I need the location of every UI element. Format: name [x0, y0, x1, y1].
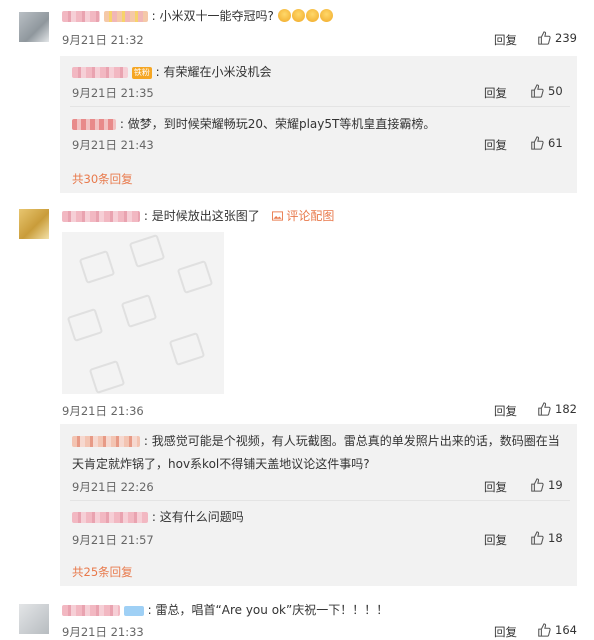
reply-button[interactable]: 回复	[484, 532, 507, 548]
image-icon	[120, 294, 158, 328]
more-replies-link[interactable]: 共25条回复	[72, 564, 133, 580]
like-count: 182	[555, 402, 577, 416]
emoji-icon	[291, 9, 305, 22]
comment-1: : 小米双十一能夺冠吗?	[62, 8, 334, 24]
thumbs-up-icon	[538, 31, 551, 45]
image-icon	[88, 360, 126, 394]
comment-image[interactable]	[62, 232, 224, 394]
image-icon	[168, 332, 206, 366]
reply-item: : 我感觉可能是个视频，有人玩截图。雷总真的单发照片出来的话，数码圈在当	[72, 433, 572, 449]
reply-text-continued: 天肯定就炸锅了，hov系kol不得铺天盖地议论这件事吗?	[72, 457, 370, 471]
like-count: 239	[555, 31, 577, 45]
reply-text: 有荣耀在小米没机会	[163, 65, 272, 79]
like-count: 164	[555, 623, 577, 637]
reply-button[interactable]: 回复	[484, 479, 507, 495]
comment-text: 小米双十一能夺冠吗?	[159, 9, 274, 23]
reply-text: 我感觉可能是个视频，有人玩截图。雷总真的单发照片出来的话，数码圈在当	[151, 434, 560, 448]
comment-time: 9月21日 21:32	[62, 33, 144, 47]
username[interactable]	[62, 11, 100, 22]
divider	[70, 106, 570, 107]
emoji-icon	[305, 9, 319, 22]
like-button[interactable]: 164	[537, 623, 577, 637]
username[interactable]	[72, 119, 116, 130]
more-replies-link[interactable]: 共30条回复	[72, 171, 133, 187]
reply-button[interactable]: 回复	[494, 32, 517, 48]
avatar[interactable]	[19, 604, 49, 634]
image-icon	[78, 250, 116, 284]
thumbs-up-icon	[538, 402, 551, 416]
reply-button[interactable]: 回复	[484, 137, 507, 153]
comment-text: 是时候放出这张图了	[151, 209, 260, 223]
username[interactable]	[72, 436, 140, 447]
reply-time: 9月21日 21:35	[72, 86, 154, 100]
avatar[interactable]	[19, 209, 49, 239]
like-count: 19	[548, 478, 563, 492]
reply-item: : 这有什么问题吗	[72, 509, 244, 525]
reply-item: : 做梦，到时候荣耀畅玩20、荣耀play5T等机皇直接霸榜。	[72, 116, 435, 132]
comment-3: : 雷总，唱首“Are you ok”庆祝一下！！！！	[62, 602, 388, 618]
comment-2: : 是时候放出这张图了 评论配图	[62, 208, 334, 224]
thumbs-up-icon	[531, 531, 544, 545]
reply-time: 9月21日 21:57	[72, 533, 154, 547]
like-button[interactable]: 239	[537, 31, 577, 45]
like-count: 18	[548, 531, 563, 545]
username[interactable]	[72, 67, 128, 78]
reply-button[interactable]: 回复	[494, 624, 517, 640]
thumbs-up-icon	[538, 623, 551, 637]
member-badge	[123, 605, 144, 616]
thumbs-up-icon	[531, 84, 544, 98]
reply-button[interactable]: 回复	[484, 85, 507, 101]
divider	[70, 500, 570, 501]
comment-time: 9月21日 21:36	[62, 404, 144, 418]
comment-text: 雷总，唱首“Are you ok”庆祝一下！！！！	[155, 603, 389, 617]
comment-time: 9月21日 21:33	[62, 625, 144, 639]
username[interactable]	[62, 211, 140, 222]
username[interactable]	[72, 512, 148, 523]
like-count: 50	[548, 84, 563, 98]
like-button[interactable]: 18	[530, 531, 563, 545]
comment-picture-link[interactable]: 评论配图	[271, 209, 334, 223]
avatar[interactable]	[19, 12, 49, 42]
reply-text: 做梦，到时候荣耀畅玩20、荣耀play5T等机皇直接霸榜。	[127, 117, 436, 131]
thumbs-up-icon	[531, 478, 544, 492]
thumbs-up-icon	[531, 136, 544, 150]
like-button[interactable]: 50	[530, 84, 563, 98]
reply-time: 9月21日 21:43	[72, 138, 154, 152]
reply-button[interactable]: 回复	[494, 403, 517, 419]
vip-badge: 铁粉	[131, 66, 152, 79]
username-badges	[103, 11, 148, 22]
emoji-icon	[319, 9, 333, 22]
like-button[interactable]: 61	[530, 136, 563, 150]
reply-text: 这有什么问题吗	[159, 510, 244, 524]
reply-time: 9月21日 22:26	[72, 480, 154, 494]
like-button[interactable]: 19	[530, 478, 563, 492]
like-button[interactable]: 182	[537, 402, 577, 416]
image-icon	[66, 308, 104, 342]
image-icon	[271, 211, 283, 221]
username[interactable]	[62, 605, 120, 616]
image-icon	[176, 260, 214, 294]
image-icon	[128, 234, 166, 268]
emoji-icon	[277, 9, 291, 22]
reply-item: 铁粉 : 有荣耀在小米没机会	[72, 64, 272, 80]
like-count: 61	[548, 136, 563, 150]
